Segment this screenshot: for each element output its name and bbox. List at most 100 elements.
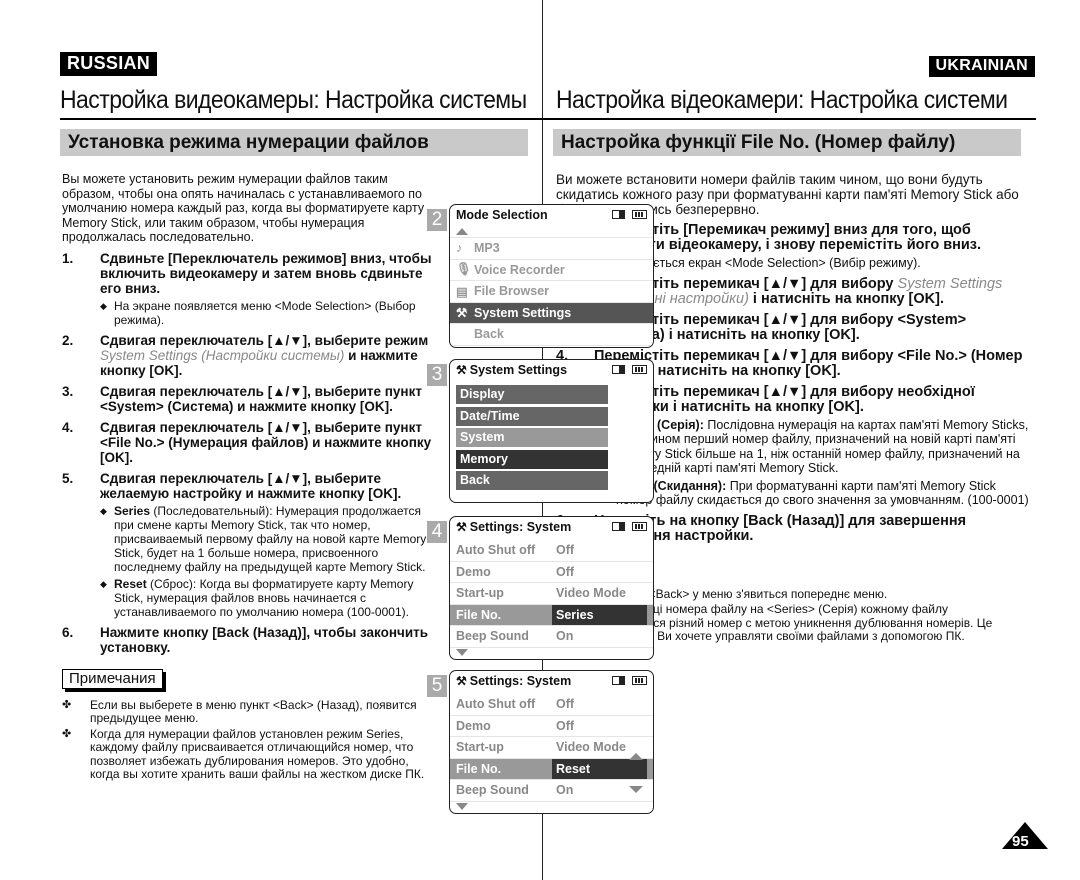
setting-value: Reset [552,758,647,779]
section-heading-ukrainian: Настройка функції File No. (Номер файлу) [553,129,1021,156]
menu-reference: System Settings (Настройки системы) [100,347,345,363]
scroll-up-row [450,224,653,238]
clover-bullet-icon: ✤ [62,727,72,740]
title-rule [60,118,544,120]
mode-item-system-settings[interactable]: ⚒ System Settings [450,302,653,324]
memory-card-icon [612,365,625,374]
bullet-term: Reset [114,576,147,591]
setting-name: Beep Sound [456,783,529,798]
mode-label: System Settings [474,305,572,320]
screen-step-3: 3 ⚒ System Settings Display Date/Time Syst… [425,355,665,505]
step-number: 6. [62,624,74,640]
setting-row-beep-sound[interactable]: Beep Sound On [450,626,653,648]
mode-label: Back [474,327,504,342]
mode-icon: ⚒ [456,306,468,321]
settings-item-date-time[interactable]: Date/Time [456,406,608,426]
setting-row-start-up[interactable]: Start-up Video Mode [450,583,653,605]
camera-screen: Mode Selection ♪ MP3 🎙 Voice Recorder ▤ File … [449,204,654,348]
mode-icon: ▤ [456,284,468,299]
mode-icon: 🎙 [456,262,472,277]
mode-list: ♪ MP3 🎙 Voice Recorder ▤ File Browser ⚒ System … [450,238,653,346]
diamond-bullet-icon: ◆ [100,300,107,311]
setting-row-start-up[interactable]: Start-up Video Mode [450,737,653,759]
instruction-step: 1. Сдвиньте [Переключатель режимов] вниз,… [62,251,434,296]
setting-value: On [556,629,574,644]
screen-step-4: 4 ⚒ Settings: System Auto Shut off Off Dem… [425,512,665,662]
setting-row-demo[interactable]: Demo Off [450,716,653,737]
setting-row-auto-shut-off[interactable]: Auto Shut off Off [450,540,653,562]
instruction-step: 4. Сдвигая переключатель [▲/▼], выберите … [62,420,434,465]
mode-item-file-browser[interactable]: ▤ File Browser [450,281,653,303]
bullet-item: ◆ На экране появляется меню <Mode Selecti… [100,299,434,327]
screen-title: Settings: System [469,673,572,688]
settings-tools-icon: ⚒ [456,362,467,377]
settings-item-memory[interactable]: Memory [456,449,608,469]
mode-item-voice-recorder[interactable]: 🎙 Voice Recorder [450,260,653,281]
step-number: 2. [62,332,74,348]
language-badge-ukrainian: UKRAINIAN [928,56,1035,77]
screen-step-2: 2 Mode Selection ♪ MP3 🎙 Voice Recorder ▤ Fil… [425,200,665,350]
note-item: ✤ Если вы выберете в меню пункт <Back> (Н… [62,697,434,726]
scroll-down-icon [456,802,468,810]
note-text: Когда для нумерации файлов установлен ре… [90,726,425,781]
language-badge-russian: RUSSIAN [60,52,158,76]
setting-name: Demo [456,564,491,579]
setting-row-file-no[interactable]: File No. Reset [450,758,653,780]
bullet-item: ◆З'являється екран <Mode Selection> (Виб… [602,256,1031,271]
memory-card-icon [612,522,625,531]
mode-label: Voice Recorder [474,262,565,277]
bullet-text: Reset (Скидання): При форматуванні карти… [616,478,1029,508]
setting-value: Off [556,718,575,733]
setting-row-auto-shut-off[interactable]: Auto Shut off Off [450,694,653,716]
settings-item-display[interactable]: Display [456,385,608,404]
mode-item-back[interactable]: Back [450,324,653,346]
battery-icon [632,210,647,219]
instruction-step: 5. Сдвигая переключатель [▲/▼], выберите … [62,471,434,501]
step-number: 5. [62,470,74,486]
page-title-russian: Настройка видеокамеры: Настройка системы [60,86,527,114]
step-text: Сдвигая переключатель [▲/▼], выберите пу… [100,419,432,465]
setting-name: Auto Shut off [456,543,536,558]
screen-header: ⚒ Settings: System [450,671,653,690]
setting-row-file-no[interactable]: File No. Series [450,604,653,626]
setting-value: Off [556,564,575,579]
setting-value: Video Mode [556,586,626,601]
step-text: Нажмите кнопку [Back (Назад)], чтобы зак… [100,624,429,655]
camera-screen: ⚒ Settings: System Auto Shut off Off Demo O… [449,670,654,814]
bullet-item: ◆Series (Серія): Послідовна нумерація на… [602,418,1031,476]
clover-bullet-icon: ✤ [62,698,72,711]
screen-header: ⚒ Settings: System [450,517,653,536]
notes-list: ✤ Если вы выберете в меню пункт <Back> (Н… [62,697,434,782]
setting-row-demo[interactable]: Demo Off [450,562,653,583]
setting-name: Beep Sound [456,629,529,644]
settings-tools-icon: ⚒ [456,519,467,534]
system-settings-list: Auto Shut off Off Demo Off Start-up Video Mod… [450,694,653,802]
step-number-badge: 3 [427,364,447,386]
step-number: 4. [62,419,74,435]
step-number-badge: 5 [427,675,447,697]
bullet-item: ◆ Series (Последовательный): Нумерация пр… [100,504,434,574]
step-number-badge: 4 [427,521,447,543]
bullet-term: Series [114,503,151,518]
settings-item-system[interactable]: System [456,428,608,447]
bullet-item: ◆ Reset (Сброс): Когда вы форматируете ка… [100,577,434,619]
title-rule [542,118,1036,120]
notes-label: Примечания [62,668,163,689]
camera-screen: ⚒ Settings: System Auto Shut off Off Demo O… [449,516,654,660]
battery-icon [632,676,647,685]
russian-column: Вы можете установить режим нумерации фай… [62,172,434,782]
settings-item-back[interactable]: Back [456,471,608,490]
system-settings-list: Auto Shut off Off Demo Off Start-up Video Mod… [450,540,653,648]
step-number: 3. [62,383,74,399]
note-text: Если вы выберете в меню пункт <Back> (На… [90,697,417,725]
screen-title: Mode Selection [456,207,548,222]
setting-name: Auto Shut off [456,697,536,712]
screen-title: System Settings [469,362,568,377]
mode-item-mp3[interactable]: ♪ MP3 [450,238,653,260]
scroll-up-icon [456,228,468,235]
screen-step-5: 5 ⚒ Settings: System Auto Shut off Off Dem… [425,666,665,816]
instruction-step: 3. Сдвигая переключатель [▲/▼], выберите … [62,384,434,414]
intro-paragraph: Вы можете установить режим нумерации фай… [62,172,425,244]
setting-row-beep-sound[interactable]: Beep Sound On [450,780,653,802]
screen-header: ⚒ System Settings [450,360,653,379]
